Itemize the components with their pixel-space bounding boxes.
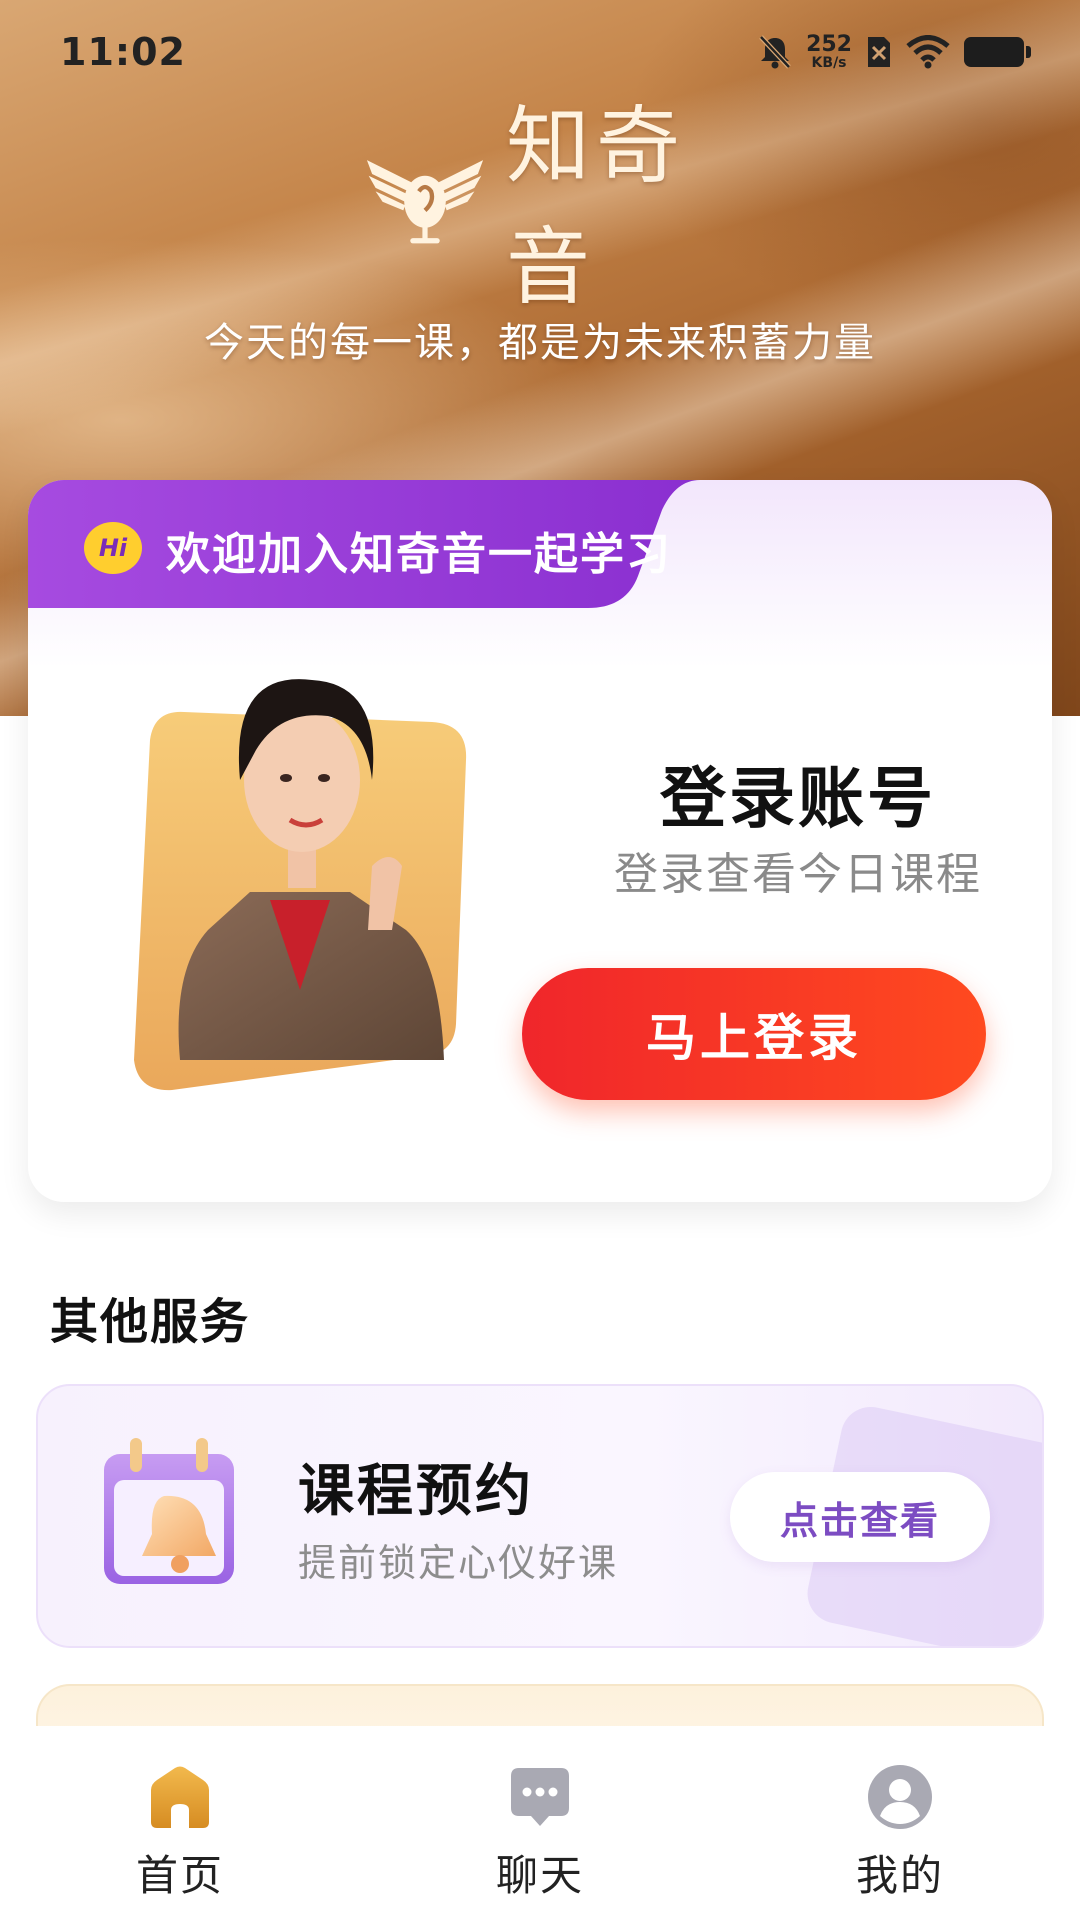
bottom-nav: 首页 聊天 我的 bbox=[0, 1726, 1080, 1920]
net-speed-value: 252 bbox=[806, 32, 852, 57]
login-card: Hi 欢迎加入知奇音一起学习 登录账号 登录查看今日课程 马上登录 bbox=[28, 480, 1052, 1202]
nav-label: 聊天 bbox=[495, 1851, 584, 1900]
nav-tab-home[interactable]: 首页 bbox=[80, 1762, 280, 1912]
welcome-banner: Hi 欢迎加入知奇音一起学习 bbox=[28, 480, 1052, 608]
hi-badge: Hi bbox=[84, 522, 142, 574]
app-logo: 知奇音 bbox=[360, 97, 740, 316]
login-subtitle: 登录查看今日课程 bbox=[614, 849, 982, 900]
service-subtitle: 提前锁定心仪好课 bbox=[298, 1541, 619, 1585]
wifi-icon bbox=[906, 35, 950, 69]
status-time: 11:02 bbox=[60, 30, 186, 74]
login-button[interactable]: 马上登录 bbox=[522, 968, 986, 1100]
nav-label: 首页 bbox=[135, 1851, 224, 1900]
battery-icon bbox=[964, 37, 1031, 67]
welcome-text: 欢迎加入知奇音一起学习 bbox=[166, 529, 672, 580]
home-icon bbox=[151, 1766, 209, 1828]
logo-text: 知奇音 bbox=[506, 97, 687, 316]
section-title-other-services: 其他服务 bbox=[50, 1294, 251, 1350]
mute-bell-icon bbox=[759, 35, 791, 69]
user-icon bbox=[868, 1765, 932, 1829]
service-title: 课程预约 bbox=[298, 1459, 534, 1524]
winged-swan-logo-icon bbox=[366, 160, 484, 244]
nav-tab-mine[interactable]: 我的 bbox=[800, 1762, 1000, 1912]
nav-tab-chat[interactable]: 聊天 bbox=[440, 1762, 640, 1912]
net-speed: 252 KB/s bbox=[806, 32, 852, 71]
view-button[interactable]: 点击查看 bbox=[730, 1472, 990, 1562]
no-sim-icon bbox=[868, 37, 890, 67]
calendar-bell-icon bbox=[104, 1438, 234, 1584]
nav-label: 我的 bbox=[855, 1851, 944, 1900]
slogan: 今天的每一课，都是为未来积蓄力量 bbox=[204, 320, 876, 366]
login-title: 登录账号 bbox=[660, 760, 936, 837]
net-speed-unit: KB/s bbox=[811, 55, 847, 71]
teacher-portrait bbox=[134, 679, 467, 1091]
status-icons: 252 KB/s bbox=[758, 32, 1031, 71]
service-card-course-booking[interactable]: 课程预约 提前锁定心仪好课 点击查看 bbox=[36, 1384, 1044, 1648]
chat-icon bbox=[511, 1768, 569, 1826]
